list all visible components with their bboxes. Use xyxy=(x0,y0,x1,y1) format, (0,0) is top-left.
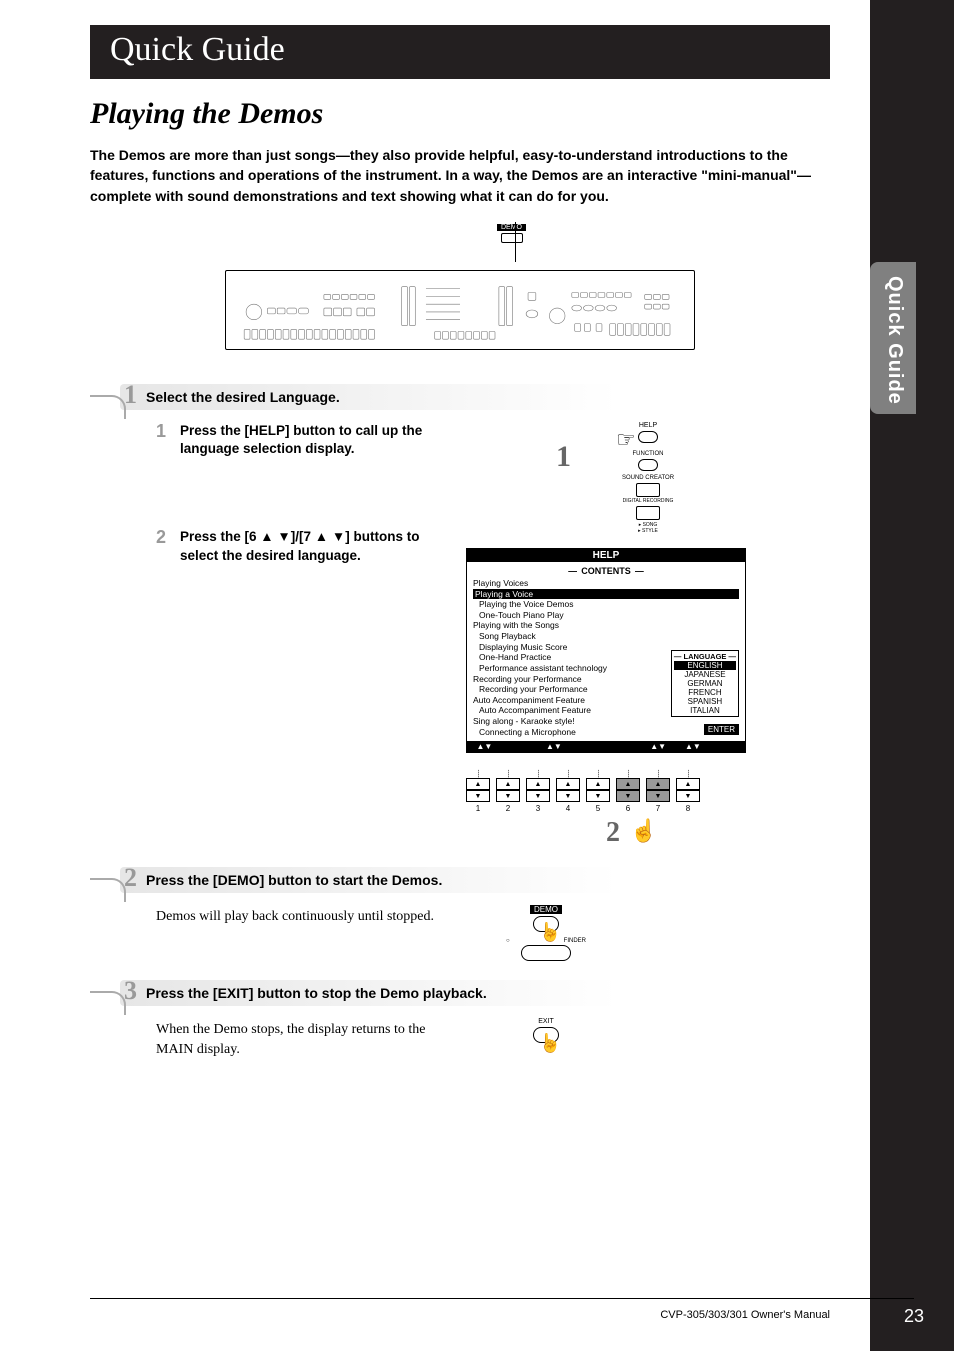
song-style-label: ▸ SONG▸ STYLE xyxy=(578,522,718,534)
step-number: 3 xyxy=(124,976,137,1006)
callout-number-2: 2 xyxy=(606,817,620,849)
hand-icon: ☝ xyxy=(539,1033,561,1054)
instrument-panel-diagram: DEMO xyxy=(225,222,695,362)
demo-button-diagram: DEMO ☝ ○FINDER xyxy=(506,905,586,961)
step-number: 2 xyxy=(124,863,137,893)
demo-button-icon xyxy=(501,233,523,243)
substep-text: Press the [6 ▲ ▼]/[7 ▲ ▼] buttons to sel… xyxy=(180,528,436,564)
footer-rule xyxy=(90,1298,914,1299)
exit-label: EXIT xyxy=(506,1018,586,1025)
step-title: Press the [DEMO] button to start the Dem… xyxy=(146,872,442,888)
help-label: HELP xyxy=(578,422,718,429)
step-number: 1 xyxy=(124,380,137,410)
chapter-header: Quick Guide xyxy=(90,25,830,79)
contents-label: —CONTENTS— xyxy=(473,566,739,576)
section-title: Playing the Demos xyxy=(90,97,830,131)
step-1: 1 Select the desired Language. 1 Press t… xyxy=(90,384,830,850)
help-screen: HELP —CONTENTS— Playing VoicesPlaying a … xyxy=(466,548,746,753)
callout-number-1: 1 xyxy=(556,440,571,474)
language-box: — LANGUAGE — ENGLISHJAPANESEGERMANFRENCH… xyxy=(671,650,739,717)
page-number: 23 xyxy=(904,1306,924,1327)
hand-icon: ☜ xyxy=(616,427,636,453)
demo-label: DEMO xyxy=(497,224,526,231)
step-title: Select the desired Language. xyxy=(146,389,340,405)
digital-recording-label: DIGITAL RECORDING xyxy=(578,499,718,504)
function-label: FUNCTION xyxy=(578,451,718,457)
help-screen-footer: ▲▼ ▲▼ ▲▼▲▼ xyxy=(467,741,745,752)
hand-icon: ☝ xyxy=(539,922,561,943)
step-2: 2 Press the [DEMO] button to start the D… xyxy=(90,867,830,962)
enter-button: ENTER xyxy=(704,724,739,735)
step-title: Press the [EXIT] button to stop the Demo… xyxy=(146,985,487,1001)
page-content: Quick Guide Playing the Demos The Demos … xyxy=(0,0,870,1351)
substep-1-1: 1 Press the [HELP] button to call up the… xyxy=(156,422,436,458)
hand-icon: ☝ xyxy=(630,818,657,844)
sound-creator-label: SOUND CREATOR xyxy=(578,475,718,481)
help-button-diagram: 1 HELP ☜ FUNCTION SOUND CREATOR DIGITAL … xyxy=(578,422,718,534)
substep-number: 1 xyxy=(156,422,170,458)
exit-button-diagram: EXIT ☝ xyxy=(506,1018,586,1043)
footer: CVP-305/303/301 Owner's Manual xyxy=(660,1309,830,1321)
side-tab-dark xyxy=(870,0,954,1351)
step-body-text: When the Demo stops, the display returns… xyxy=(156,1020,436,1059)
manual-title: CVP-305/303/301 Owner's Manual xyxy=(660,1309,830,1321)
demo-label: DEMO xyxy=(530,905,562,914)
substep-text: Press the [HELP] button to call up the l… xyxy=(180,422,436,458)
number-button-row: ┊▲▼1┊▲▼2┊▲▼3┊▲▼4┊▲▼5┊▲▼6┊▲▼7┊▲▼8 xyxy=(466,773,830,813)
step-3: 3 Press the [EXIT] button to stop the De… xyxy=(90,980,830,1059)
finder-label: FINDER xyxy=(564,938,586,944)
help-screen-title: HELP xyxy=(467,549,745,562)
step-body-text: Demos will play back continuously until … xyxy=(156,907,436,927)
substep-1-2: 2 Press the [6 ▲ ▼]/[7 ▲ ▼] buttons to s… xyxy=(156,528,436,564)
side-tab-label: Quick Guide xyxy=(883,276,906,405)
intro-paragraph: The Demos are more than just songs—they … xyxy=(90,145,830,206)
substep-number: 2 xyxy=(156,528,170,564)
